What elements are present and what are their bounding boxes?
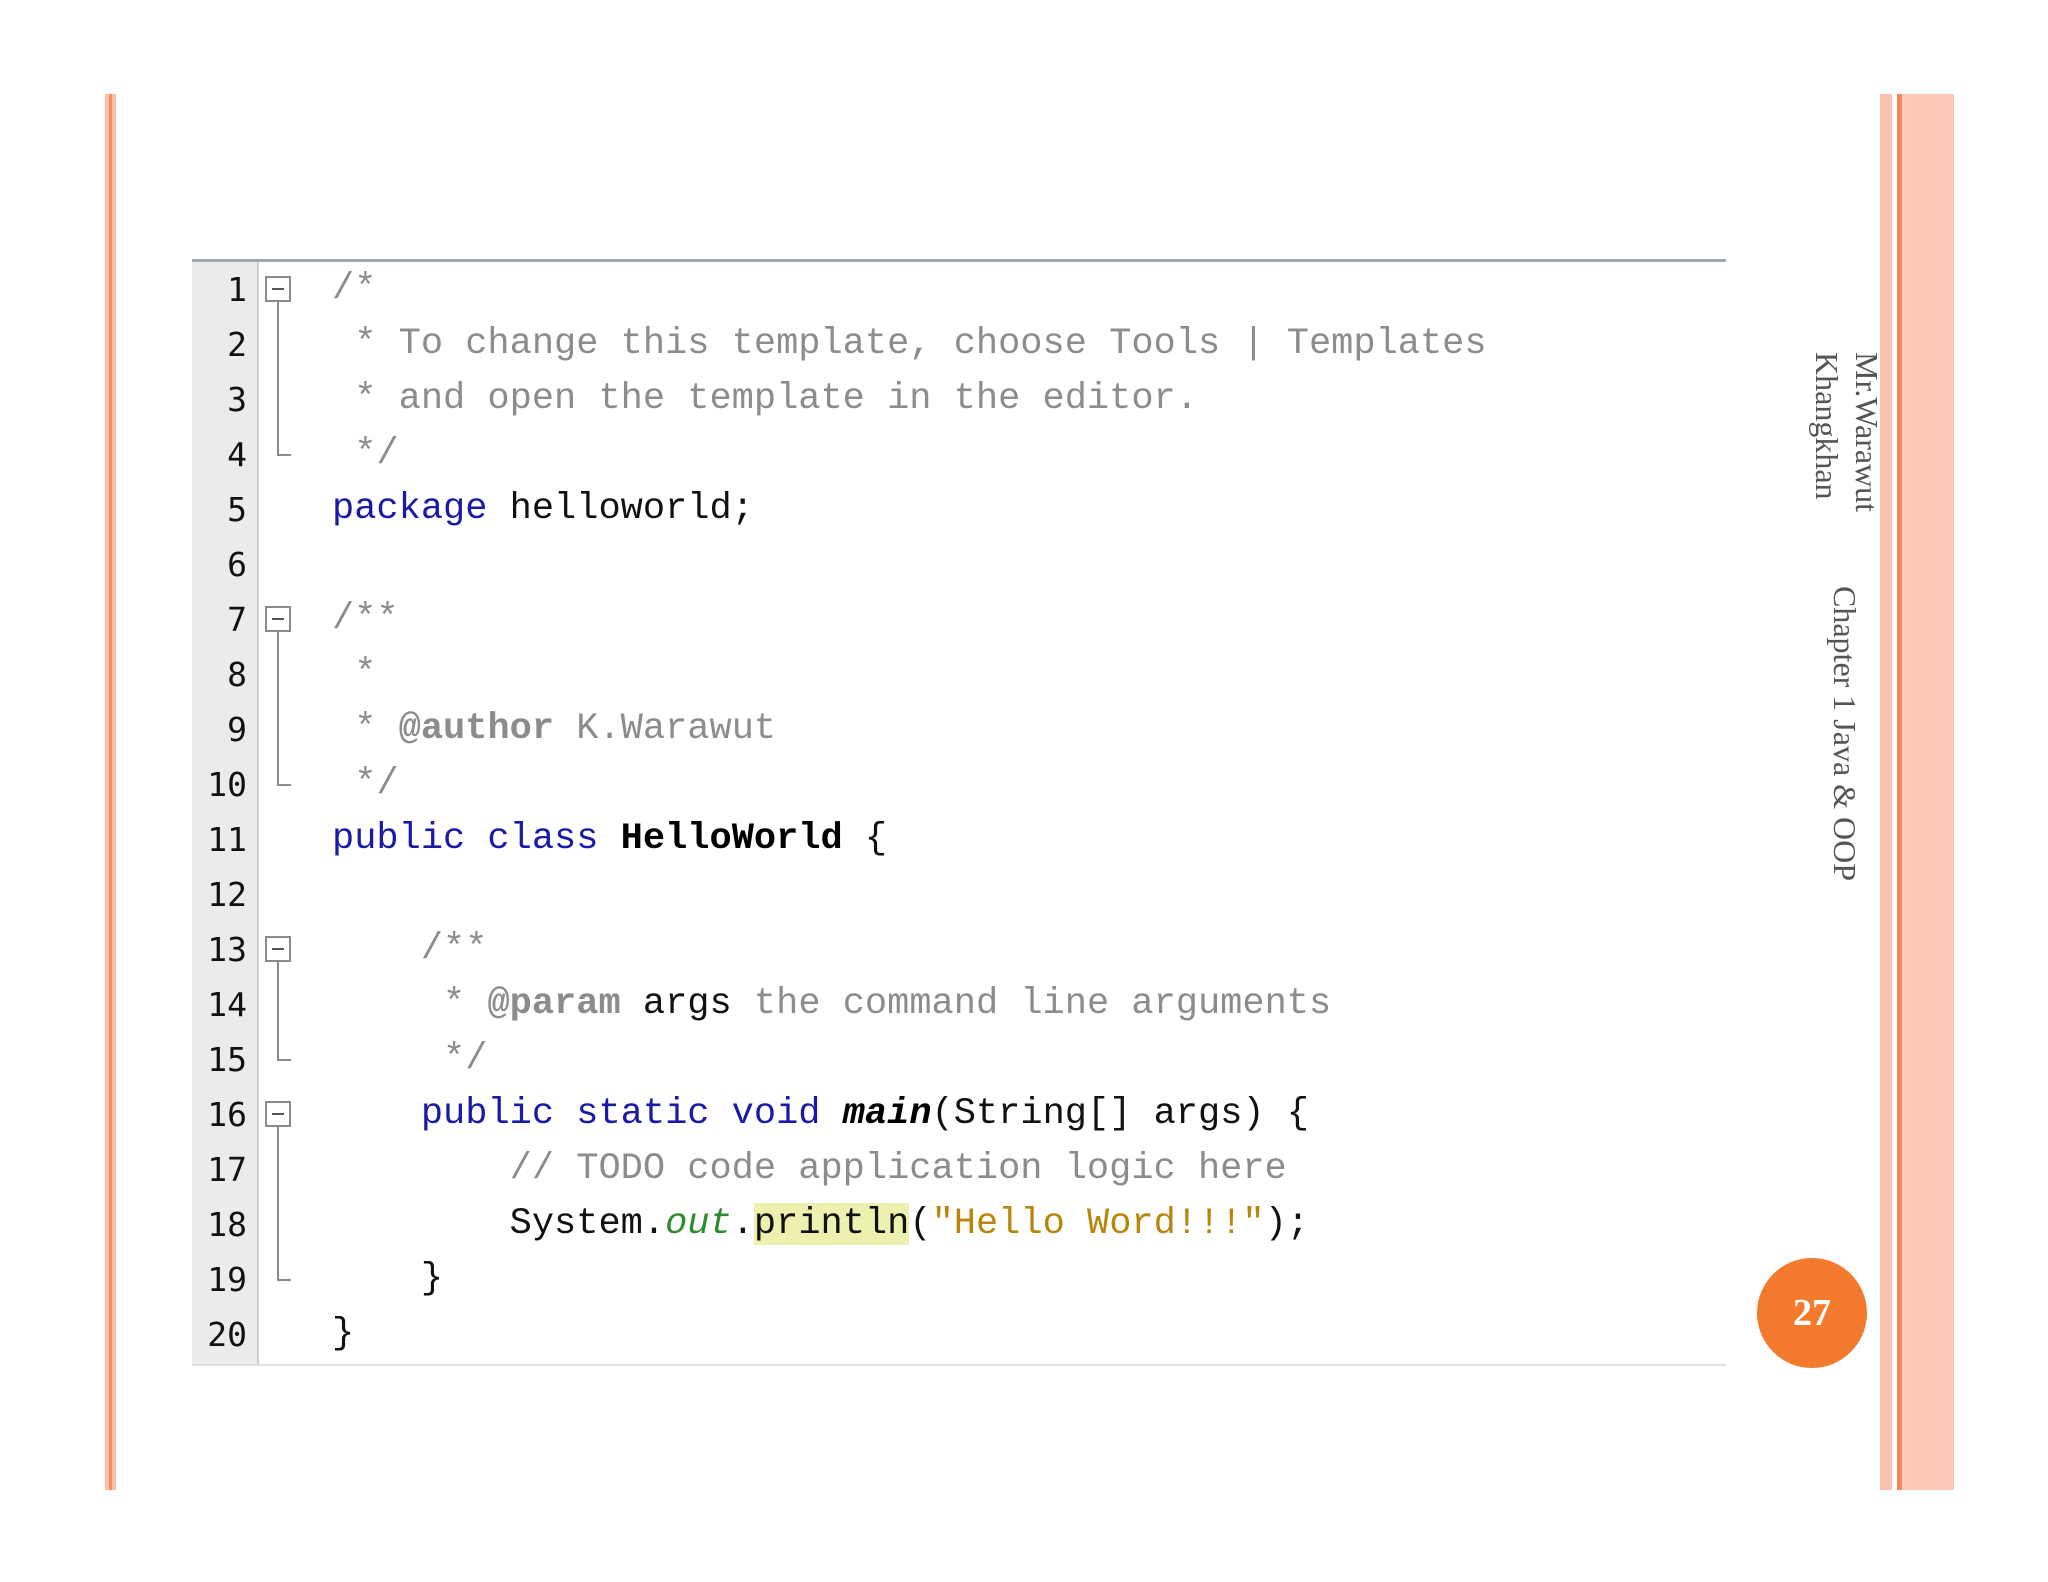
code-token: (String[] args) {	[931, 1093, 1310, 1135]
code-line-15: */	[332, 1038, 488, 1080]
param-name-token: args	[620, 983, 732, 1025]
method-name-token: main	[842, 1093, 932, 1135]
comment-token: *	[332, 983, 488, 1025]
comment-token: the command line arguments	[731, 983, 1332, 1025]
keyword-token: package	[332, 488, 488, 530]
code-line-2: * To change this template, choose Tools …	[332, 323, 1487, 365]
page-number-badge: 27	[1757, 1258, 1867, 1368]
code-line-11: public class HelloWorld {	[332, 812, 887, 867]
code-token: System.	[332, 1203, 666, 1245]
keyword-token: public class	[332, 818, 599, 860]
code-line-9: * @author K.Warawut	[332, 702, 776, 757]
highlighted-method-token: println	[753, 1203, 910, 1245]
line-number: 3	[227, 380, 247, 419]
code-line-4: */	[332, 433, 399, 475]
line-number: 20	[207, 1315, 247, 1354]
line-number: 17	[207, 1150, 247, 1189]
fold-guide	[277, 1127, 279, 1279]
fold-collapse-icon[interactable]	[265, 936, 291, 962]
code-token: .	[731, 1203, 754, 1245]
fold-guide-end	[277, 1279, 291, 1281]
code-token: );	[1264, 1203, 1310, 1245]
code-line-20: }	[332, 1313, 355, 1355]
line-number: 10	[207, 765, 247, 804]
comment-token: K.Warawut	[554, 708, 777, 750]
code-token: {	[842, 818, 888, 860]
code-line-16: public static void main(String[] args) {	[332, 1087, 1309, 1142]
editor-bottom-border	[192, 1364, 1726, 1366]
fold-collapse-icon[interactable]	[265, 276, 291, 302]
field-token: out	[665, 1203, 732, 1245]
class-name-token: HelloWorld	[620, 818, 843, 860]
code-token: (	[909, 1203, 932, 1245]
line-number: 13	[207, 930, 247, 969]
indent-token	[332, 1093, 421, 1135]
code-token: helloworld;	[487, 488, 754, 530]
code-editor-screenshot: 1 2 3 4 5 6 7 8 9 10 11 12 13 14 15 16 1…	[192, 259, 1726, 1366]
line-number: 6	[227, 545, 247, 584]
javadoc-tag: @author	[398, 708, 555, 750]
line-number: 11	[207, 820, 247, 859]
fold-collapse-icon[interactable]	[265, 1101, 291, 1127]
line-number: 16	[207, 1095, 247, 1134]
line-number: 19	[207, 1260, 247, 1299]
line-number: 2	[227, 325, 247, 364]
fold-collapse-icon[interactable]	[265, 606, 291, 632]
line-number: 12	[207, 875, 247, 914]
author-name-line1: Mr.Warawut	[1849, 352, 1885, 513]
code-line-7: /**	[332, 598, 399, 640]
code-line-10: */	[332, 763, 399, 805]
keyword-token: public static void	[420, 1093, 821, 1135]
code-line-5: package helloworld;	[332, 482, 754, 537]
author-name-line2: Khangkhan	[1809, 352, 1845, 500]
line-number: 7	[227, 600, 247, 639]
chapter-title: Chapter 1 Java & OOP	[1827, 586, 1863, 882]
fold-guide-end	[277, 454, 291, 456]
fold-guide	[277, 962, 279, 1059]
left-decorative-stripe-inner	[109, 94, 112, 1490]
fold-guide-end	[277, 784, 291, 786]
string-literal-token: "Hello Word!!!"	[931, 1203, 1265, 1245]
code-line-14: * @param args the command line arguments	[332, 977, 1331, 1032]
line-number: 9	[227, 710, 247, 749]
code-line-1: /*	[332, 268, 377, 310]
fold-guide	[277, 632, 279, 784]
comment-token: *	[332, 708, 399, 750]
author-credit: Mr.Warawut Khangkhan	[1804, 352, 1894, 542]
line-number: 4	[227, 435, 247, 474]
code-line-18: System.out.println("Hello Word!!!");	[332, 1197, 1309, 1252]
javadoc-tag: @param	[487, 983, 621, 1025]
fold-guide	[277, 302, 279, 454]
fold-guide-end	[277, 1059, 291, 1061]
line-number: 15	[207, 1040, 247, 1079]
right-decorative-band	[1880, 94, 1954, 1490]
code-line-19: }	[332, 1258, 444, 1300]
code-line-13: /**	[332, 928, 488, 970]
line-number: 8	[227, 655, 247, 694]
code-line-3: * and open the template in the editor.	[332, 378, 1198, 420]
line-number: 1	[227, 270, 247, 309]
line-number: 14	[207, 985, 247, 1024]
line-number: 5	[227, 490, 247, 529]
code-line-17: // TODO code application logic here	[332, 1148, 1287, 1190]
code-line-8: *	[332, 653, 377, 695]
line-number: 18	[207, 1205, 247, 1244]
